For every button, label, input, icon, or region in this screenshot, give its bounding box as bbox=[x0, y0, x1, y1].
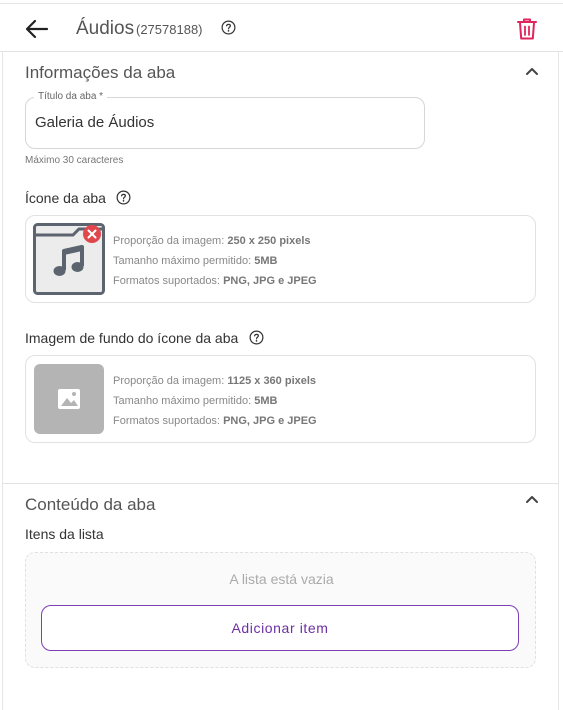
help-icon[interactable] bbox=[221, 20, 236, 35]
back-arrow-icon[interactable] bbox=[24, 18, 50, 40]
right-border bbox=[558, 52, 559, 710]
ratio-value: 250 x 250 pixels bbox=[227, 235, 311, 247]
image-icon bbox=[58, 389, 80, 409]
section-divider bbox=[3, 483, 558, 484]
chevron-up-icon[interactable] bbox=[525, 66, 539, 76]
help-icon[interactable] bbox=[249, 330, 264, 345]
chevron-up-icon[interactable] bbox=[525, 494, 539, 504]
add-item-button[interactable]: Adicionar item bbox=[41, 605, 519, 651]
tab-title-hint: Máximo 30 caracteres bbox=[25, 155, 124, 166]
size-label: Tamanho máximo permitido: bbox=[113, 255, 255, 267]
formats-label: Formatos suportados: bbox=[113, 275, 224, 287]
header: Áudios (27578188) bbox=[0, 4, 563, 52]
section-title-tab-content: Conteúdo da aba bbox=[25, 495, 156, 514]
left-border bbox=[2, 52, 3, 710]
ratio-label: Proporção da imagem: bbox=[113, 375, 228, 387]
ratio-label: Proporção da imagem: bbox=[113, 235, 228, 247]
size-label: Tamanho máximo permitido: bbox=[113, 395, 255, 407]
tab-editor-panel: Áudios (27578188) Informações da aba Tít… bbox=[0, 0, 563, 710]
page-title: Áudios bbox=[76, 18, 135, 39]
empty-list-text: A lista está vazia bbox=[229, 571, 334, 587]
remove-icon[interactable] bbox=[82, 224, 102, 244]
formats-value: PNG, JPG e JPEG bbox=[223, 415, 317, 427]
formats-label: Formatos suportados: bbox=[113, 415, 224, 427]
icon-specs: Proporção da imagem: 250 x 250 pixels Ta… bbox=[113, 231, 317, 291]
size-value: 5MB bbox=[254, 395, 278, 407]
size-value: 5MB bbox=[254, 255, 278, 267]
list-label: Itens da lista bbox=[25, 526, 104, 542]
background-placeholder bbox=[34, 364, 104, 434]
section-title-tab-info: Informações da aba bbox=[25, 63, 176, 82]
formats-value: PNG, JPG e JPEG bbox=[223, 275, 317, 287]
tab-title-legend: Título da aba * bbox=[34, 91, 108, 102]
trash-icon[interactable] bbox=[516, 17, 538, 41]
help-icon[interactable] bbox=[116, 190, 131, 205]
icon-label: Ícone da aba bbox=[25, 190, 106, 206]
page-id: (27578188) bbox=[136, 22, 203, 37]
background-specs: Proporção da imagem: 1125 x 360 pixels T… bbox=[113, 371, 317, 431]
tab-title-input[interactable] bbox=[35, 114, 415, 131]
background-label: Imagem de fundo do ícone da aba bbox=[25, 330, 239, 346]
ratio-value: 1125 x 360 pixels bbox=[227, 375, 317, 387]
